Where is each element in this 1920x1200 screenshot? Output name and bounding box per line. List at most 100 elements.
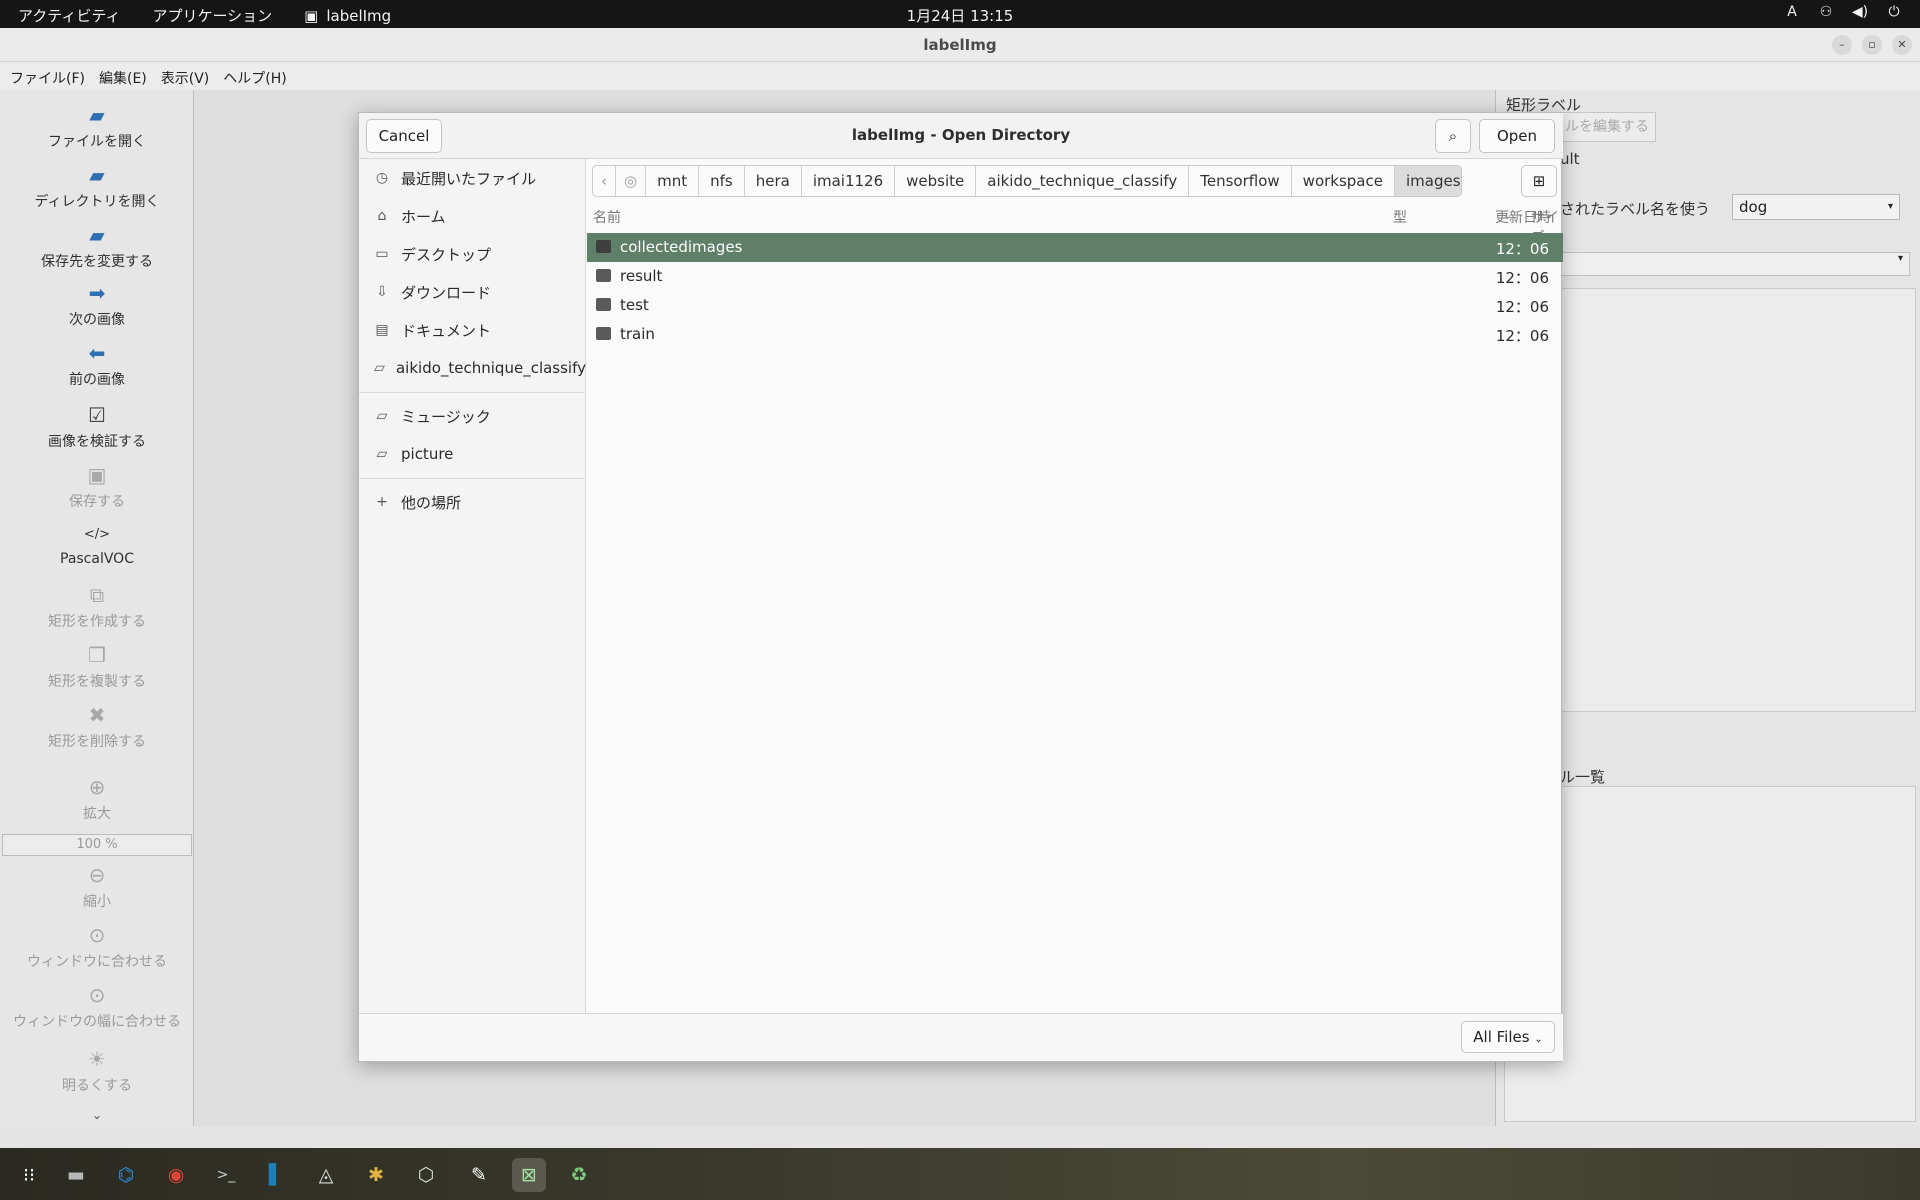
menu-file[interactable]: ファイル(F) (10, 68, 85, 88)
maximize-button[interactable]: ▫ (1862, 35, 1882, 55)
path-crumb[interactable]: Tensorflow (1189, 166, 1292, 196)
folder-icon: ▱ (374, 360, 385, 376)
open-dir-tool[interactable]: ▰ ディレクトリを開く (0, 162, 194, 211)
fit-window-icon: ⊙ (88, 923, 106, 947)
delete-rect-tool[interactable]: ✖ 矩形を削除する (0, 702, 194, 751)
file-filter-dropdown[interactable]: All Files ⌄ (1461, 1021, 1555, 1053)
place-label: デスクトップ (401, 245, 492, 264)
place-home[interactable]: ⌂ ホーム (359, 197, 586, 235)
open-button[interactable]: Open (1479, 119, 1555, 153)
left-toolbar: ▰ ファイルを開く ▰ ディレクトリを開く ▰ 保存先を変更する ➡ 次の画像 ⬅ 前の画… (0, 90, 194, 1126)
path-back-button[interactable]: ‹ (593, 166, 616, 196)
duplicate-rect-tool[interactable]: ❐ 矩形を複製する (0, 642, 194, 691)
path-crumb-current[interactable]: images (1394, 166, 1461, 196)
terminal-icon[interactable]: >_ (209, 1158, 243, 1192)
folder-icon: ▱ (376, 408, 388, 424)
vscode-icon[interactable]: ⌬ (109, 1158, 143, 1192)
edit-label-button[interactable]: ルを編集する (1560, 112, 1656, 142)
pycharm-icon[interactable]: ▌ (259, 1158, 293, 1192)
zoom-out-label: 縮小 (83, 894, 111, 910)
fit-width-icon: ⊙ (88, 983, 106, 1007)
path-crumb[interactable]: aikido_technique_classify (976, 166, 1190, 196)
change-save-dir-tool[interactable]: ▰ 保存先を変更する (0, 222, 194, 271)
trash-icon[interactable]: ♻ (562, 1158, 596, 1192)
next-image-tool[interactable]: ➡ 次の画像 (0, 280, 194, 329)
menubar: ファイル(F) 編集(E) 表示(V) ヘルプ(H) (0, 64, 1920, 90)
column-name[interactable]: 名前 (593, 207, 621, 227)
path-root-button[interactable]: ◎ (616, 166, 647, 196)
path-crumb[interactable]: imai1126 (802, 166, 896, 196)
create-rect-tool[interactable]: ⧉ 矩形を作成する (0, 582, 194, 631)
zoom-in-tool[interactable]: ⊕ 拡大 (0, 774, 194, 823)
zoom-out-icon: ⊖ (88, 863, 106, 887)
path-crumb[interactable]: website (895, 166, 977, 196)
menu-edit[interactable]: 編集(E) (99, 68, 147, 88)
fit-window-label: ウィンドウに合わせる (27, 954, 167, 970)
path-crumb[interactable]: workspace (1292, 166, 1395, 196)
chevron-down-icon: ⌄ (1534, 1034, 1543, 1045)
zoom-value-box[interactable]: 100 % (2, 834, 192, 856)
app-grid-icon[interactable]: ⁝⁝ (12, 1158, 46, 1192)
use-default-label-checkbox[interactable]: されたラベル名を使う (1560, 198, 1710, 219)
menu-help[interactable]: ヘルプ(H) (223, 68, 286, 88)
file-row[interactable]: train 12：06 (587, 320, 1563, 349)
open-file-icon: ▰ (89, 103, 105, 127)
window-titlebar[interactable]: labelImg – ▫ ✕ (0, 28, 1920, 62)
file-modified: 12：06 (1495, 327, 1549, 345)
delete-rect-label: 矩形を削除する (48, 734, 146, 750)
menu-view[interactable]: 表示(V) (161, 68, 210, 88)
place-other-locations[interactable]: + 他の場所 (359, 483, 586, 521)
label-list[interactable] (1504, 288, 1916, 712)
search-icon: ⌕ (1448, 127, 1458, 145)
labelimg-icon[interactable]: ⊠ (512, 1158, 546, 1192)
file-list[interactable] (1504, 786, 1916, 1122)
folder-icon (596, 240, 611, 253)
verify-image-tool[interactable]: ☑ 画像を検証する (0, 402, 194, 451)
file-row-selected[interactable]: collectedimages 12：06 (587, 233, 1563, 262)
default-label-combo[interactable]: dog ▾ (1732, 194, 1900, 220)
toolbar-more-icon[interactable]: ⌄ (0, 1108, 194, 1122)
brighten-tool[interactable]: ☀ 明るくする (0, 1046, 194, 1095)
save-tool[interactable]: ▣ 保存する (0, 462, 194, 511)
places-sidebar: ◷ 最近開いたファイル ⌂ ホーム ▭ デスクトップ ⇩ ダウンロード ▤ ドキュメント … (359, 159, 586, 1013)
text-editor-icon[interactable]: ✎ (462, 1158, 496, 1192)
open-file-tool[interactable]: ▰ ファイルを開く (0, 102, 194, 151)
close-button[interactable]: ✕ (1892, 35, 1912, 55)
search-button[interactable]: ⌕ (1435, 119, 1471, 153)
format-tool[interactable]: </> PascalVOC (0, 522, 194, 567)
volume-icon[interactable]: ◀) (1850, 4, 1870, 20)
fit-width-tool[interactable]: ⊙ ウィンドウの幅に合わせる (0, 982, 194, 1031)
input-method-indicator[interactable]: A (1782, 4, 1802, 20)
clock[interactable]: 1月24日 13:15 (0, 5, 1920, 26)
dialog-footer: All Files ⌄ (359, 1013, 1563, 1061)
place-documents[interactable]: ▤ ドキュメント (359, 311, 586, 349)
place-picture[interactable]: ▱ picture (359, 435, 586, 473)
place-music[interactable]: ▱ ミュージック (359, 397, 586, 435)
path-crumb[interactable]: nfs (699, 166, 745, 196)
files-icon[interactable]: ▬ (59, 1158, 93, 1192)
file-row[interactable]: test 12：06 (587, 291, 1563, 320)
zoom-out-tool[interactable]: ⊖ 縮小 (0, 862, 194, 911)
open-file-label: ファイルを開く (48, 134, 146, 150)
fit-window-tool[interactable]: ⊙ ウィンドウに合わせる (0, 922, 194, 971)
place-desktop[interactable]: ▭ デスクトップ (359, 235, 586, 273)
path-crumb[interactable]: hera (745, 166, 802, 196)
code-icon: </> (83, 527, 111, 542)
place-aikido[interactable]: ▱ aikido_technique_classify (359, 349, 586, 387)
minimize-button[interactable]: – (1832, 35, 1852, 55)
unity-icon[interactable]: ⬡ (409, 1158, 443, 1192)
label-filter-combo[interactable]: ▾ (1560, 252, 1910, 276)
update-icon[interactable]: ◬ (309, 1158, 343, 1192)
new-folder-button[interactable]: ⊞ (1521, 165, 1557, 197)
place-downloads[interactable]: ⇩ ダウンロード (359, 273, 586, 311)
column-type[interactable]: 型 (1393, 207, 1407, 227)
chrome-icon[interactable]: ◉ (159, 1158, 193, 1192)
file-row[interactable]: result 12：06 (587, 262, 1563, 291)
slack-icon[interactable]: ✱ (359, 1158, 393, 1192)
network-icon[interactable]: ⚇ (1816, 4, 1836, 20)
column-modified[interactable]: 更新日時 (1495, 207, 1551, 227)
place-recent[interactable]: ◷ 最近開いたファイル (359, 159, 586, 197)
prev-image-tool[interactable]: ⬅ 前の画像 (0, 340, 194, 389)
path-crumb[interactable]: mnt (646, 166, 700, 196)
power-icon[interactable]: ⏻ (1884, 4, 1904, 20)
